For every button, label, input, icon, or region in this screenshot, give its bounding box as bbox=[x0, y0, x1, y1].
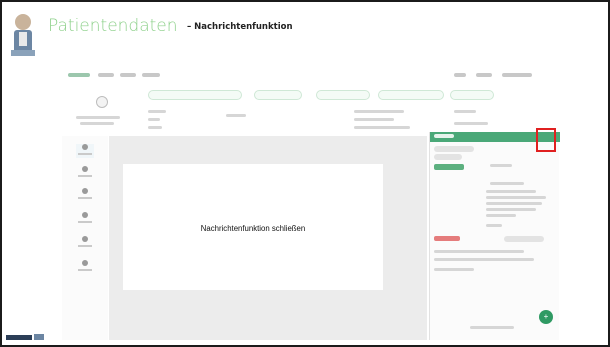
nav-item[interactable] bbox=[76, 144, 94, 158]
nav-item[interactable] bbox=[76, 188, 94, 202]
message-item[interactable] bbox=[434, 154, 462, 160]
close-button-highlight[interactable] bbox=[536, 128, 556, 152]
nav-item[interactable] bbox=[76, 260, 94, 274]
top-menu-item[interactable] bbox=[454, 73, 466, 77]
app-screenshot: Nachrichtenfunktion schließen + bbox=[62, 66, 568, 340]
app-top-bar bbox=[62, 66, 568, 86]
user-menu[interactable] bbox=[502, 73, 532, 77]
message-panel-title bbox=[434, 134, 454, 138]
top-menu-item[interactable] bbox=[120, 73, 136, 77]
message-item[interactable] bbox=[434, 146, 474, 152]
filter-row bbox=[62, 90, 568, 102]
app-logo bbox=[68, 73, 90, 77]
filter-pill[interactable] bbox=[378, 90, 444, 100]
filter-pill[interactable] bbox=[450, 90, 494, 100]
slide-title: Patientendaten – Nachrichtenfunktion bbox=[48, 16, 293, 36]
dialog-message: Nachrichtenfunktion schließen bbox=[200, 224, 306, 233]
message-tag[interactable] bbox=[434, 164, 464, 170]
slide-title-main: Patientendaten bbox=[48, 16, 178, 36]
search-field[interactable] bbox=[148, 90, 242, 100]
slide-subtitle: Nachrichtenfunktion bbox=[194, 22, 293, 32]
nav-item[interactable] bbox=[76, 166, 94, 180]
top-menu-item[interactable] bbox=[98, 73, 114, 77]
title-separator: – bbox=[186, 22, 192, 32]
left-navigation-rail bbox=[62, 136, 108, 340]
plus-icon[interactable]: + bbox=[539, 310, 553, 324]
close-message-dialog[interactable]: Nachrichtenfunktion schließen bbox=[123, 164, 383, 290]
doctor-logo-icon bbox=[11, 14, 35, 56]
filter-pill[interactable] bbox=[316, 90, 370, 100]
nav-item[interactable] bbox=[76, 212, 94, 226]
filter-pill[interactable] bbox=[254, 90, 302, 100]
slide-frame: Patientendaten – Nachrichtenfunktion Nac… bbox=[0, 0, 610, 347]
slide-title-sub-wrapper: – Nachrichtenfunktion bbox=[187, 22, 293, 32]
avatar bbox=[96, 96, 108, 108]
top-menu-item[interactable] bbox=[476, 73, 492, 77]
message-panel bbox=[429, 132, 560, 340]
top-menu-item[interactable] bbox=[142, 73, 160, 77]
message-dropdown[interactable] bbox=[504, 236, 544, 242]
footer-logo-icon bbox=[6, 334, 44, 340]
priority-tag[interactable] bbox=[434, 236, 460, 241]
nav-item[interactable] bbox=[76, 236, 94, 250]
